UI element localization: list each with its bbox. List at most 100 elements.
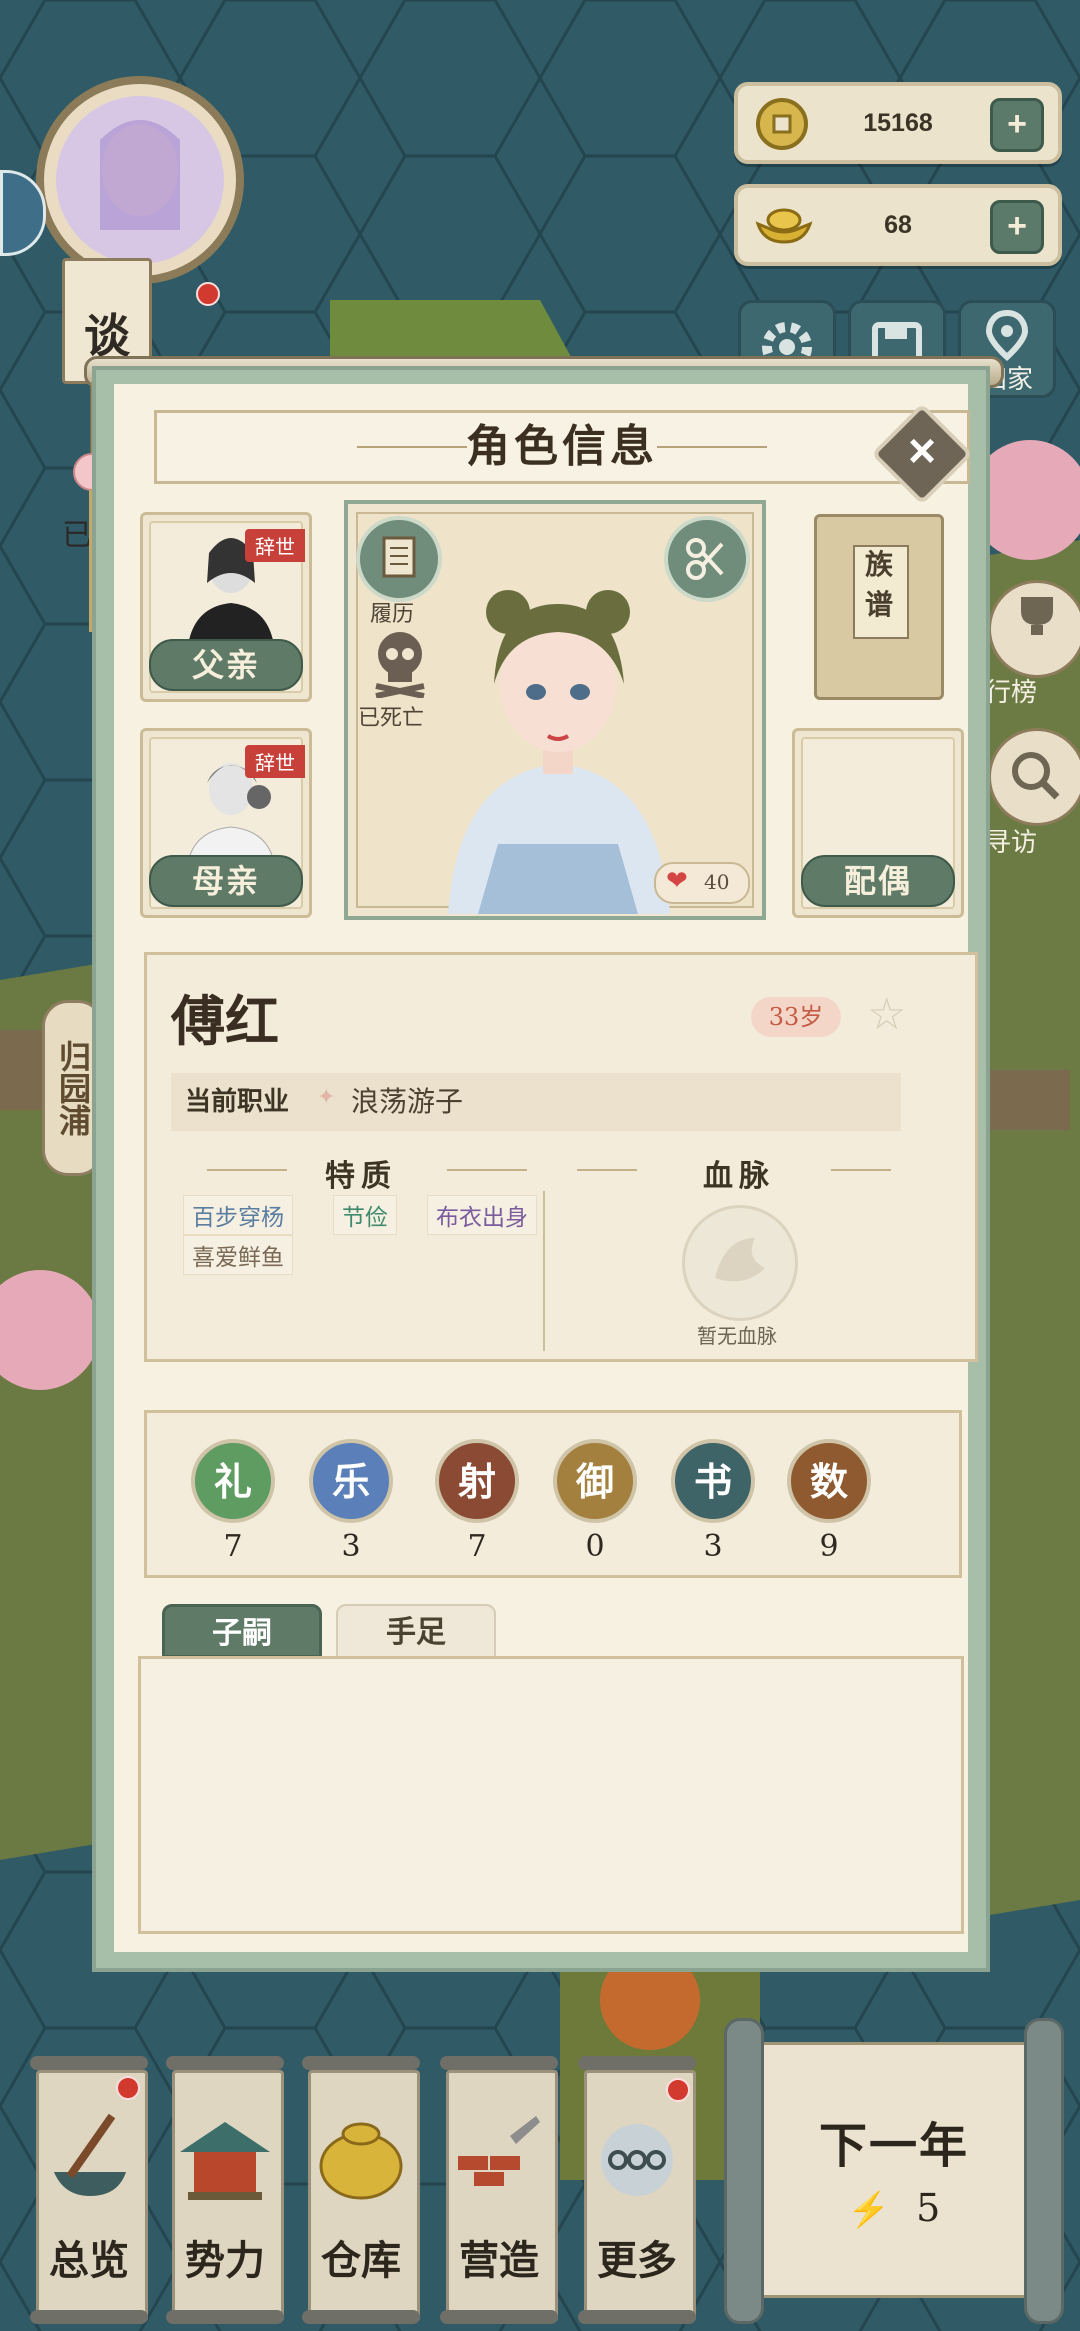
- lineage-label: 族谱: [864, 548, 893, 621]
- no-bloodline-text: 暂无血脉: [697, 1324, 777, 1348]
- coin-icon: [756, 98, 808, 150]
- next-year-label: 下一年: [818, 2118, 969, 2174]
- visit-label: 寻访: [985, 828, 1038, 858]
- pavilion-icon: [180, 2122, 270, 2200]
- mother-card[interactable]: 辞世 母亲: [140, 728, 312, 918]
- trait-tag[interactable]: 布衣出身: [427, 1195, 537, 1235]
- nav-faction-label: 势力: [185, 2237, 265, 2284]
- deceased-badge: 辞世: [245, 529, 305, 562]
- character-portrait-card: 履历 已死亡 ❤ 40: [344, 500, 766, 920]
- tab-siblings[interactable]: 手足: [336, 1604, 496, 1658]
- treasure-bag-icon: [319, 2122, 403, 2200]
- ornament: [577, 1169, 637, 1171]
- calligraphy-stat-icon: 书: [671, 1439, 755, 1523]
- section-divider: [543, 1191, 545, 1351]
- dialog-body: 角色信息 × 辞世 父亲 辞世 母亲 履历 已死亡 ❤ 40 族谱 配偶 傅红 …: [114, 384, 978, 1952]
- affection-value: 40: [704, 870, 730, 894]
- six-arts-stats-panel: 礼 7 乐 3 射 7 御 0 书 3 数 9: [144, 1410, 962, 1578]
- age-badge: 33岁: [751, 997, 841, 1037]
- traits-heading: 特质: [325, 1159, 397, 1194]
- nav-warehouse[interactable]: 仓库: [302, 2056, 420, 2324]
- gold-ingot-icon: [755, 208, 813, 244]
- add-ingots-button[interactable]: +: [990, 200, 1044, 254]
- nav-construction-label: 营造: [459, 2237, 539, 2284]
- more-notification-dot: [666, 2078, 690, 2102]
- archery-value: 7: [467, 1529, 487, 1564]
- ingot-bar: 68 +: [734, 184, 1062, 266]
- music-stat-icon: 乐: [309, 1439, 393, 1523]
- rites-value: 7: [223, 1529, 243, 1564]
- coin-value: 15168: [863, 109, 933, 137]
- charioteering-stat-icon: 御: [553, 1439, 637, 1523]
- spouse-card[interactable]: 配偶: [792, 728, 964, 918]
- dialog-title: 角色信息: [466, 421, 658, 472]
- ornament: [831, 1169, 891, 1171]
- scissors-icon: [686, 538, 724, 580]
- talk-notification-dot: [196, 282, 220, 306]
- nav-warehouse-label: 仓库: [321, 2237, 401, 2284]
- ingot-value: 68: [884, 211, 912, 239]
- music-value: 3: [341, 1529, 361, 1564]
- close-icon[interactable]: ×: [886, 416, 958, 488]
- location-pin-icon: [985, 309, 1029, 362]
- nav-overview-label: 总览: [49, 2237, 129, 2284]
- father-label: 父亲: [149, 639, 303, 691]
- energy-cost: ⚡ 5: [758, 2186, 1030, 2230]
- occupation-row: 当前职业 ✦ 浪荡游子: [171, 1073, 901, 1131]
- character-info-dialog: 角色信息 × 辞世 父亲 辞世 母亲 履历 已死亡 ❤ 40 族谱 配偶 傅红 …: [92, 366, 990, 1972]
- character-portrait-button[interactable]: [30, 70, 250, 290]
- energy-value: 5: [916, 2186, 941, 2230]
- skull-icon: [375, 632, 425, 698]
- occupation-value: 浪荡游子: [351, 1085, 464, 1118]
- favorite-star-icon[interactable]: ☆: [867, 989, 906, 1040]
- brush-ink-icon: [54, 2113, 126, 2196]
- heart-icon: ❤: [666, 866, 688, 896]
- nav-faction[interactable]: 势力: [166, 2056, 284, 2324]
- ornament: [447, 1169, 527, 1171]
- calligraphy-value: 3: [703, 1529, 723, 1564]
- scroll-document-icon: [382, 536, 416, 578]
- trait-tag[interactable]: 节俭: [333, 1195, 397, 1235]
- relatives-list: [138, 1656, 964, 1934]
- leaderboard-label: 行榜: [985, 678, 1038, 708]
- character-name: 傅红: [171, 989, 279, 1053]
- talk-label: 谈: [84, 309, 130, 363]
- trait-tag[interactable]: 百步穿杨: [183, 1195, 293, 1235]
- trophy-icon: [1021, 597, 1053, 635]
- resume-label: 履历: [370, 602, 415, 627]
- search-icon: [1012, 752, 1060, 800]
- bloodline-heading: 血脉: [703, 1159, 775, 1194]
- diamond-separator-icon: ✦: [317, 1085, 336, 1110]
- deceased-status-label: 已死亡: [358, 706, 425, 731]
- overview-notification-dot: [116, 2076, 140, 2100]
- affection-badge: ❤ 40: [654, 862, 750, 904]
- trait-tag[interactable]: 喜爱鲜鱼: [183, 1235, 293, 1275]
- ornament: [207, 1169, 287, 1171]
- nav-more-label: 更多: [597, 2237, 677, 2284]
- rites-stat-icon: 礼: [191, 1439, 275, 1523]
- occupation-label: 当前职业: [185, 1087, 290, 1117]
- character-details-panel: 傅红 33岁 ☆ 当前职业 ✦ 浪荡游子 特质 血脉 百步穿杨 节俭 布衣出身 …: [144, 952, 978, 1362]
- search-visit-button[interactable]: [988, 728, 1080, 826]
- bricks-trowel-icon: [458, 2116, 540, 2186]
- more-dots-icon: [601, 2124, 673, 2196]
- charioteering-value: 0: [585, 1529, 605, 1564]
- add-coins-button[interactable]: +: [990, 98, 1044, 152]
- mathematics-stat-icon: 数: [787, 1439, 871, 1523]
- mathematics-value: 9: [819, 1529, 839, 1564]
- lightning-icon: ⚡: [847, 2190, 891, 2230]
- leaderboard-button[interactable]: [988, 580, 1080, 678]
- lineage-book-button[interactable]: 族谱: [814, 514, 944, 700]
- spouse-label: 配偶: [801, 855, 955, 907]
- mother-label: 母亲: [149, 855, 303, 907]
- deceased-badge: 辞世: [245, 745, 305, 778]
- nav-construction[interactable]: 营造: [440, 2056, 558, 2324]
- resume-button[interactable]: [356, 516, 442, 602]
- archery-stat-icon: 射: [435, 1439, 519, 1523]
- coin-bar: 15168 +: [734, 82, 1062, 164]
- next-year-button[interactable]: 下一年 ⚡ 5: [724, 2018, 1064, 2324]
- tab-children[interactable]: 子嗣: [162, 1604, 322, 1658]
- style-edit-button[interactable]: [664, 516, 750, 602]
- father-card[interactable]: 辞世 父亲: [140, 512, 312, 702]
- bloodline-emblem-icon: [682, 1205, 798, 1321]
